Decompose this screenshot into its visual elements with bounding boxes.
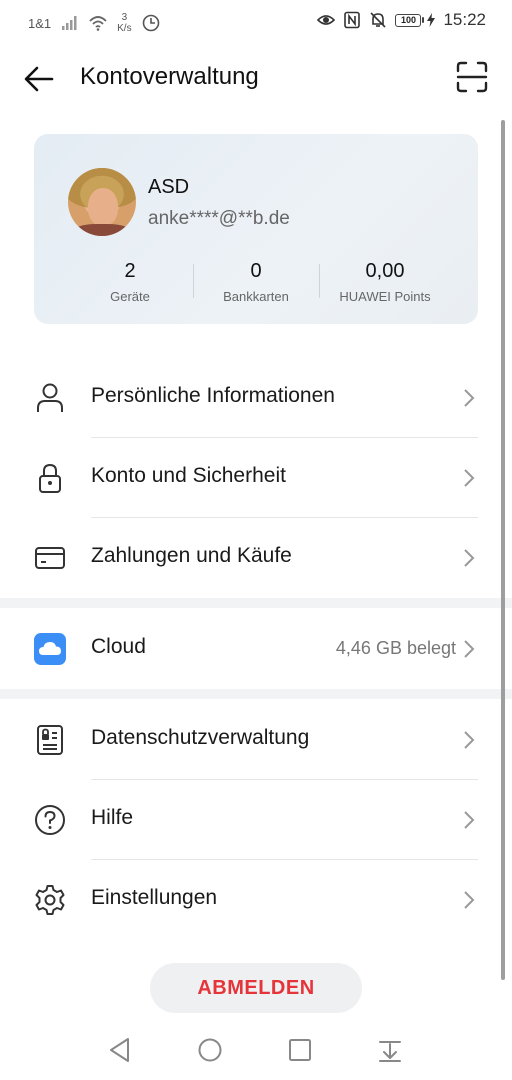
lock-icon — [39, 463, 61, 493]
help-icon — [35, 805, 65, 835]
menu-item-account-security[interactable]: Konto und Sicherheit — [0, 438, 512, 518]
wifi-icon — [89, 16, 107, 31]
menu-item-payments[interactable]: Zahlungen und Käufe — [0, 518, 512, 598]
charging-icon — [427, 13, 436, 27]
mute-bell-icon — [370, 12, 387, 28]
app-header: Kontoverwaltung — [0, 50, 512, 106]
menu-item-cloud[interactable]: Cloud 4,46 GB belegt — [0, 609, 512, 689]
battery-icon: 100 — [395, 13, 425, 27]
nfc-icon — [344, 11, 361, 29]
stat-points-value: 0,00 — [365, 260, 405, 282]
stat-points-label: HUAWEI Points — [339, 289, 431, 304]
chevron-right-icon — [464, 549, 475, 567]
menu-item-label: Hilfe — [91, 806, 134, 829]
gear-icon — [35, 885, 65, 915]
eye-comfort-icon — [317, 15, 336, 25]
section-divider — [0, 689, 512, 699]
menu-item-settings[interactable]: Einstellungen — [0, 860, 512, 940]
card-icon — [35, 547, 65, 569]
stat-devices-value: 2 — [124, 260, 136, 282]
stat-bankcards-value: 0 — [250, 260, 262, 282]
menu-item-label: Cloud — [91, 635, 146, 658]
profile-email: anke****@**b.de — [148, 208, 290, 229]
speed-value: 3 — [121, 12, 128, 23]
chevron-right-icon — [464, 389, 475, 407]
profile-card[interactable]: ASD anke****@**b.de 2 Geräte 0 Bankkarte… — [34, 134, 478, 324]
privacy-icon — [37, 725, 63, 755]
status-left: 1&1 3 K/s — [28, 12, 160, 34]
page-title: Kontoverwaltung — [80, 63, 259, 90]
scan-icon[interactable] — [456, 61, 488, 93]
stat-bankcards[interactable]: 0 Bankkarten — [206, 260, 306, 304]
menu-item-label: Konto und Sicherheit — [91, 464, 286, 487]
chevron-right-icon — [464, 731, 475, 749]
stat-points[interactable]: 0,00 HUAWEI Points — [330, 260, 440, 304]
back-arrow-icon[interactable] — [22, 62, 56, 96]
profile-name: ASD — [148, 176, 190, 198]
cloud-usage-value: 4,46 GB belegt — [335, 638, 456, 658]
menu-item-label: Zahlungen und Käufe — [91, 544, 292, 567]
menu-item-label: Datenschutzverwaltung — [91, 726, 310, 749]
stat-devices-label: Geräte — [110, 289, 150, 304]
nav-back-icon[interactable] — [106, 1036, 134, 1064]
clock: 15:22 — [443, 10, 486, 29]
nav-home-icon[interactable] — [196, 1036, 224, 1064]
section-divider — [0, 598, 512, 608]
carrier-label: 1&1 — [28, 15, 52, 31]
menu-item-help[interactable]: Hilfe — [0, 780, 512, 860]
nav-recents-icon[interactable] — [286, 1036, 314, 1064]
chevron-right-icon — [464, 811, 475, 829]
logout-button[interactable]: ABMELDEN — [150, 963, 362, 1013]
menu-item-personal-info[interactable]: Persönliche Informationen — [0, 358, 512, 438]
nav-notification-pull-icon[interactable] — [376, 1036, 404, 1064]
status-right: 100 15:22 — [317, 10, 486, 30]
chevron-right-icon — [464, 891, 475, 909]
stat-bankcards-label: Bankkarten — [223, 289, 289, 304]
menu-item-privacy[interactable]: Datenschutzverwaltung — [0, 700, 512, 780]
profile-stats: 2 Geräte 0 Bankkarten 0,00 HUAWEI Points — [34, 260, 478, 304]
person-icon — [37, 383, 63, 412]
battery-level: 100 — [395, 13, 422, 27]
chevron-right-icon — [464, 469, 475, 487]
network-speed: 3 K/s — [117, 12, 131, 34]
menu-item-label: Persönliche Informationen — [91, 384, 335, 407]
data-saver-icon — [142, 14, 159, 32]
avatar[interactable] — [68, 168, 136, 236]
status-bar: 1&1 3 K/s 100 15:22 — [0, 0, 512, 44]
cloud-icon — [34, 633, 66, 665]
system-nav-bar — [0, 1028, 512, 1080]
stat-devices[interactable]: 2 Geräte — [94, 260, 166, 304]
chevron-right-icon — [464, 640, 475, 658]
speed-unit: K/s — [117, 23, 132, 34]
scrollbar[interactable] — [501, 120, 505, 980]
menu-item-label: Einstellungen — [91, 886, 218, 909]
signal-icon — [62, 16, 77, 30]
